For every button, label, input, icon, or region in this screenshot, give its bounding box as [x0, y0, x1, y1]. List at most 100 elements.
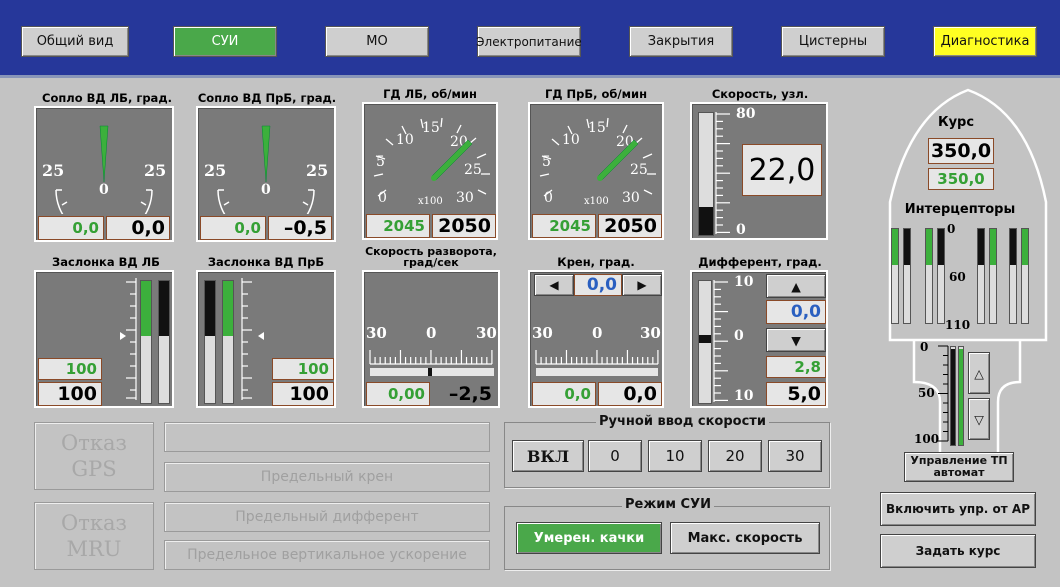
trim-set-readout: 2,8: [766, 356, 826, 378]
flap-right-bar-b: [222, 280, 234, 404]
interceptor-bars: 0 60 110: [887, 222, 1031, 332]
flap-right-title: Заслонка ВД ПрБ: [207, 255, 325, 269]
warning-vert-accel-limit: Предельное вертикальное ускорение: [164, 540, 490, 570]
trim-actual-readout: 5,0: [766, 382, 826, 406]
engine-left-gauge: 0 5 10 15 20 25 30 x100 2045 2050: [362, 102, 498, 240]
turn-rate-bar: [370, 368, 494, 376]
set-course-button[interactable]: Задать курс: [880, 534, 1036, 568]
roll-title: Крен, град.: [557, 255, 635, 269]
engine-left-tick-10: 10: [396, 132, 414, 148]
engine-right-tick-15: 15: [588, 120, 606, 136]
engine-right-tick-0: 0: [544, 190, 553, 206]
turn-rate-right-label: 30: [476, 324, 497, 342]
nozzle-left-gauge: 25 25 0 0,0 0,0: [34, 106, 174, 242]
top-nav-bar: Общий вид СУИ МО Электропитание Закрытия…: [0, 0, 1060, 78]
speed-title: Скорость, узл.: [711, 87, 809, 101]
nozzle-left-zero-label: 0: [99, 182, 109, 198]
tab-mo[interactable]: МО: [325, 26, 429, 57]
arrow-up-icon: ▲: [791, 278, 801, 294]
arrow-down-icon: ▼: [791, 332, 801, 348]
speed-bar-fill: [699, 206, 713, 235]
turn-rate-marker: [428, 368, 432, 376]
turn-rate-title: Скорость разворота, град/сек: [365, 245, 497, 269]
turn-rate-gauge: 30 0 30 0,00 –2,5: [362, 270, 500, 408]
manual-speed-title: Ручной ввод скорости: [596, 414, 769, 429]
tab-diagnostics[interactable]: Диагностика: [933, 26, 1037, 57]
speed-readout: 22,0: [742, 144, 822, 196]
tab-tanks[interactable]: Цистерны: [781, 26, 885, 57]
speed-scale: [715, 112, 730, 234]
flap-left-bar-b: [158, 280, 170, 404]
engine-right-tick-10: 10: [562, 132, 580, 148]
tab-overview[interactable]: Общий вид: [21, 26, 129, 57]
trim-title: Дифферент, град.: [698, 255, 822, 269]
engine-left-multiplier: x100: [418, 196, 443, 207]
flap-left-set-readout: 100: [38, 358, 102, 380]
engine-right-title: ГД ПрБ, об/мин: [544, 87, 648, 101]
roll-right-button[interactable]: ▶: [622, 274, 662, 296]
trim-up-button[interactable]: ▲: [766, 274, 826, 298]
tab-power[interactable]: Электропитание: [476, 26, 582, 57]
nozzle-left-actual-readout: 0,0: [106, 216, 170, 240]
trim-target-readout: 0,0: [766, 300, 826, 324]
engine-left-tick-25: 25: [464, 162, 482, 178]
mru-failure-indicator: Отказ MRU: [34, 502, 154, 570]
manual-speed-0-button[interactable]: 0: [588, 440, 642, 472]
mode-max-speed-button[interactable]: Макс. скорость: [670, 522, 820, 554]
tp-up-button[interactable]: △: [968, 352, 990, 394]
manual-speed-20-button[interactable]: 20: [708, 440, 762, 472]
warning-blank: [164, 422, 490, 452]
triangle-up-icon: △: [974, 365, 984, 381]
roll-top-readout: 0,0: [574, 274, 622, 296]
engine-right-tick-25: 25: [630, 162, 648, 178]
tp-control-button[interactable]: Управление ТП автомат: [904, 452, 1014, 482]
engine-right-dial: 0 5 10 15 20 25 30 x100: [539, 117, 656, 207]
flap-right-set-readout: 100: [272, 358, 334, 380]
nozzle-left-dial: 25 25 0: [42, 125, 166, 214]
engine-left-title: ГД ЛБ, об/мин: [383, 87, 477, 101]
tab-sui[interactable]: СУИ: [173, 26, 277, 57]
turn-rate-actual-readout: –2,5: [448, 383, 492, 405]
trim-gauge: 10 0 10 ▲ 0,0 ▼ 2,8 5,0: [690, 270, 828, 408]
flap-right-actual-readout: 100: [272, 382, 334, 406]
arrow-right-icon: ▶: [637, 278, 647, 292]
sui-mode-title: Режим СУИ: [622, 497, 714, 512]
trim-bar: [698, 280, 712, 404]
triangle-down-icon: ▽: [974, 411, 984, 427]
enable-ap-button[interactable]: Включить упр. от АР: [880, 492, 1036, 526]
course-title: Курс: [937, 115, 975, 130]
arrow-left-icon: ◀: [549, 278, 559, 292]
warning-trim-limit: Предельный дифферент: [164, 502, 490, 532]
engine-right-tick-5: 5: [542, 154, 551, 170]
trim-down-button[interactable]: ▼: [766, 328, 826, 352]
roll-set-readout: 0,0: [532, 382, 596, 406]
tp-bar-a: [950, 346, 956, 446]
roll-left-label: 30: [532, 324, 553, 342]
speed-max-label: 80: [736, 106, 756, 122]
manual-speed-30-button[interactable]: 30: [768, 440, 822, 472]
mode-moderate-motion-button[interactable]: Умерен. качки: [516, 522, 662, 554]
manual-speed-10-button[interactable]: 10: [648, 440, 702, 472]
roll-left-button[interactable]: ◀: [534, 274, 574, 296]
turn-rate-set-readout: 0,00: [366, 382, 430, 406]
flap-left-actual-readout: 100: [38, 382, 102, 406]
nozzle-left-max-label: 25: [144, 161, 166, 180]
turn-rate-left-label: 30: [366, 324, 387, 342]
engine-left-tick-0: 0: [378, 190, 387, 206]
course-readout: 350,0: [928, 138, 994, 164]
flap-left-title: Заслонка ВД ЛБ: [52, 255, 160, 269]
nozzle-right-actual-readout: –0,5: [268, 216, 332, 240]
course-set-readout: 350,0: [928, 168, 994, 190]
tp-scale-50: 50: [918, 386, 935, 400]
tp-bar-b: [958, 346, 964, 446]
tab-closures[interactable]: Закрытия: [629, 26, 733, 57]
nozzle-right-set-readout: 0,0: [200, 216, 266, 240]
tp-scale-ticks: [938, 345, 949, 442]
engine-left-set-readout: 2045: [366, 214, 430, 238]
engine-right-gauge: 0 5 10 15 20 25 30 x100 2045 2050: [528, 102, 664, 240]
gps-failure-indicator: Отказ GPS: [34, 422, 154, 490]
engine-right-tick-30: 30: [622, 190, 640, 206]
flap-right-gauge: 100 100: [196, 270, 336, 408]
tp-down-button[interactable]: ▽: [968, 398, 990, 440]
manual-speed-on-button[interactable]: ВКЛ: [512, 440, 584, 472]
